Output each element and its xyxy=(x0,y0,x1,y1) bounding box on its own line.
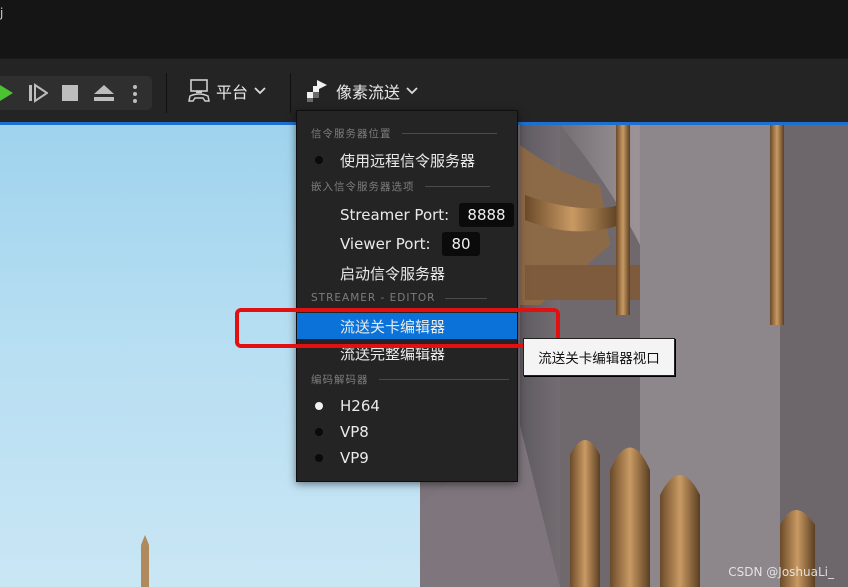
streamer-port-input[interactable]: 8888 xyxy=(459,203,514,227)
section-label: STREAMER - EDITOR xyxy=(311,292,436,304)
menu-item-label: VP9 xyxy=(340,449,369,467)
menu-item-use-remote-signalling[interactable]: 使用远程信令服务器 xyxy=(297,147,517,173)
radio-icon xyxy=(315,454,323,462)
menu-item-codec-vp8[interactable]: VP8 xyxy=(297,419,517,445)
viewer-port-label: Viewer Port: xyxy=(340,235,431,253)
menu-item-label: 使用远程信令服务器 xyxy=(340,151,476,170)
vertical-dots-icon xyxy=(133,85,137,103)
menu-item-streamer-port: Streamer Port: 8888 xyxy=(297,202,517,228)
section-header-streamer-editor: STREAMER - EDITOR xyxy=(311,292,488,304)
window-title-fragment: j xyxy=(0,6,4,20)
radio-icon xyxy=(315,156,323,164)
pixel-streaming-menu-button[interactable]: 像素流送 xyxy=(306,79,418,103)
menu-item-codec-vp9[interactable]: VP9 xyxy=(297,445,517,471)
menu-item-start-signalling[interactable]: 启动信令服务器 xyxy=(297,260,517,286)
watermark-text: CSDN @JoshuaLi_ xyxy=(728,565,834,579)
menu-item-codec-h264[interactable]: H264 xyxy=(297,393,517,419)
play-options-button[interactable] xyxy=(131,83,139,105)
play-controls-group xyxy=(0,76,152,110)
section-divider xyxy=(424,186,490,187)
section-label: 嵌入信令服务器选项 xyxy=(311,181,415,193)
stop-button[interactable] xyxy=(61,83,79,103)
section-divider xyxy=(378,379,509,380)
viewer-port-input[interactable]: 80 xyxy=(442,232,480,256)
menu-item-label: H264 xyxy=(340,397,380,415)
radio-selected-icon xyxy=(315,402,323,410)
section-header-embedded-options: 嵌入信令服务器选项 xyxy=(311,179,490,194)
toolbar-separator xyxy=(290,73,291,113)
section-header-signalling-location: 信令服务器位置 xyxy=(311,126,497,141)
pixel-streaming-dropdown-menu: 信令服务器位置 使用远程信令服务器 嵌入信令服务器选项 Streamer Por… xyxy=(296,110,518,482)
section-divider xyxy=(401,133,497,134)
step-forward-icon xyxy=(29,83,48,103)
highlight-annotation-box xyxy=(235,308,560,348)
menu-item-label: VP8 xyxy=(340,423,369,441)
play-icon xyxy=(0,85,13,101)
streamer-port-label: Streamer Port: xyxy=(340,206,450,224)
menu-item-tooltip: 流送关卡编辑器视口 xyxy=(523,338,675,376)
menu-item-label: 启动信令服务器 xyxy=(340,264,446,283)
chevron-down-icon xyxy=(254,87,266,95)
section-label: 信令服务器位置 xyxy=(311,128,392,140)
section-header-codec: 编码解码器 xyxy=(311,372,509,387)
menu-item-viewer-port: Viewer Port: 80 xyxy=(297,231,517,257)
platform-label: 平台 xyxy=(216,83,249,102)
radio-icon xyxy=(315,428,323,436)
toolbar-separator xyxy=(166,73,167,113)
pixel-streaming-label: 像素流送 xyxy=(336,83,401,102)
eject-icon xyxy=(94,85,114,101)
stop-icon xyxy=(62,85,78,101)
play-button[interactable] xyxy=(0,83,14,103)
platform-menu-button[interactable]: 平台 xyxy=(188,79,266,103)
title-bar: j xyxy=(0,0,848,58)
section-divider xyxy=(445,297,488,299)
chevron-down-icon xyxy=(406,87,418,95)
section-label: 编码解码器 xyxy=(311,374,369,386)
gamepad-monitor-icon xyxy=(188,79,210,102)
advance-frame-button[interactable] xyxy=(28,83,48,103)
eject-button[interactable] xyxy=(93,83,115,103)
pixel-streaming-icon xyxy=(307,80,327,102)
